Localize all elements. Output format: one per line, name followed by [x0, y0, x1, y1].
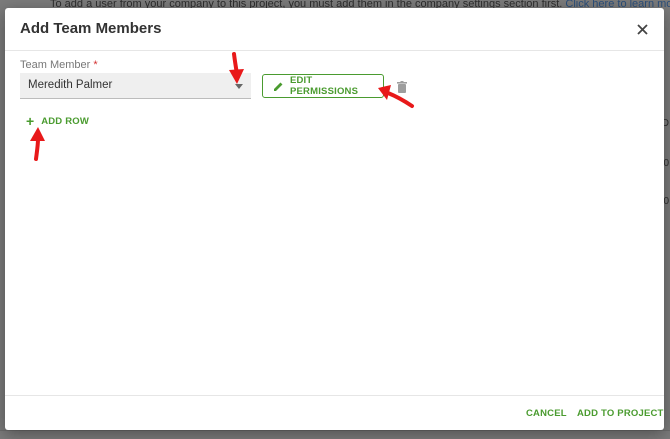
background-divider [0, 430, 670, 431]
annotation-arrow-up-icon [30, 127, 45, 161]
team-member-select-value: Meredith Palmer [28, 79, 113, 91]
dialog-footer: CANCEL ADD TO PROJECT [5, 395, 664, 430]
dialog-title: Add Team Members [20, 20, 162, 37]
team-member-label: Team Member * [20, 59, 98, 71]
annotation-arrow-down-icon [229, 52, 244, 84]
close-icon [636, 23, 648, 35]
background-edge-char: 0 [663, 196, 669, 207]
team-member-select[interactable]: Meredith Palmer [20, 73, 251, 99]
dialog-header: Add Team Members [5, 8, 664, 51]
annotation-arrow-left-icon [378, 85, 414, 108]
required-asterisk: * [93, 59, 98, 71]
add-to-project-button[interactable]: ADD TO PROJECT [577, 408, 664, 419]
pencil-icon [273, 82, 283, 91]
edit-permissions-label: EDIT PERMISSIONS [289, 75, 359, 97]
add-row-label: ADD ROW [41, 115, 90, 127]
cancel-button[interactable]: CANCEL [526, 408, 567, 419]
edit-permissions-button[interactable]: EDIT PERMISSIONS [262, 74, 384, 98]
background-edge-char: 0 [663, 158, 669, 169]
team-member-label-text: Team Member [20, 59, 91, 71]
close-button[interactable] [632, 19, 652, 39]
add-team-members-dialog: Add Team Members Team Member * Meredith … [5, 8, 664, 430]
